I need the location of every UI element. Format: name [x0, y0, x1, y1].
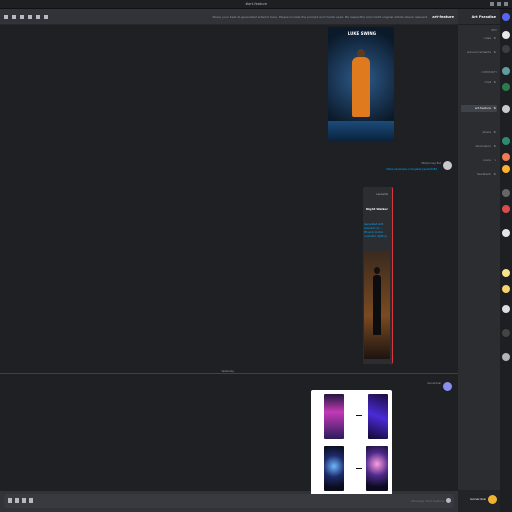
message-author[interactable]: leonardoai — [427, 382, 441, 385]
server-icon[interactable] — [502, 137, 510, 145]
channel-topic[interactable]: Share your best AI-generated artwork her… — [48, 9, 428, 25]
header-toolbar — [4, 15, 48, 19]
attachment-panel — [368, 394, 388, 439]
server-icon[interactable] — [502, 329, 510, 337]
sidebar-item-chat[interactable]: # chat — [461, 79, 497, 86]
server-icon[interactable] — [502, 285, 510, 293]
server-icon[interactable] — [502, 189, 510, 197]
message-composer[interactable]: Message #art-feature — [4, 494, 454, 508]
category-label[interactable]: INFO — [491, 29, 497, 32]
hash-icon: # — [493, 106, 496, 110]
username: leonardoai — [470, 497, 486, 501]
server-icon[interactable] — [502, 153, 510, 161]
hash-icon: # — [493, 80, 496, 84]
window-controls — [490, 2, 508, 6]
chat-main: art-feature Share your best AI-generated… — [0, 9, 458, 512]
server-icon[interactable] — [502, 165, 510, 173]
sidebar-item-rules[interactable]: # rules — [461, 35, 497, 42]
server-icon[interactable] — [502, 31, 510, 39]
title-bar: #art-feature — [0, 0, 512, 9]
message-author[interactable]: Midjourney Bot — [421, 162, 441, 165]
sticker-icon[interactable] — [15, 498, 19, 503]
sidebar-item-share[interactable]: # share — [461, 129, 497, 136]
message-link[interactable]: https://example.com/gallery/post/2483 — [386, 168, 437, 171]
server-icon[interactable] — [502, 67, 510, 75]
server-icon[interactable] — [502, 353, 510, 361]
bell-icon[interactable] — [36, 15, 40, 19]
add-attachment-icon[interactable] — [446, 498, 451, 503]
hash-icon: # — [493, 172, 496, 176]
arrow-icon — [356, 415, 362, 416]
arrow-icon — [356, 468, 362, 469]
avatar[interactable] — [443, 161, 452, 170]
server-header[interactable]: Art Paradise — [458, 9, 500, 25]
hash-icon: # — [493, 36, 496, 40]
gif-icon[interactable] — [22, 498, 26, 503]
server-rail — [500, 9, 512, 512]
sidebar-item-discussion[interactable]: # discussion — [461, 143, 497, 150]
embed-image[interactable] — [364, 251, 390, 359]
image-caption: LUKE SWING — [347, 31, 376, 36]
server-icon[interactable] — [502, 83, 510, 91]
window-title: #art-feature — [245, 2, 267, 6]
composer-toolbar — [8, 498, 33, 503]
close-icon[interactable] — [504, 2, 508, 6]
gift-icon[interactable] — [29, 498, 33, 503]
embed-site[interactable]: Leonardo — [376, 193, 388, 196]
hash-icon: # — [493, 130, 496, 134]
attachment-panel — [324, 394, 344, 439]
channel-header: art-feature Share your best AI-generated… — [0, 9, 458, 25]
avatar[interactable] — [443, 382, 452, 391]
server-icon[interactable] — [502, 45, 510, 53]
sidebar-item-feedback[interactable]: # feedback — [461, 171, 497, 178]
home-dm-icon[interactable] — [502, 13, 510, 21]
embed-description: Generated with Leonardo AI — Phoenix mod… — [364, 223, 387, 238]
message-image[interactable]: LUKE SWING — [328, 27, 394, 141]
message-list[interactable]: LUKE SWING Midjourney Bot https://exampl… — [0, 25, 458, 502]
link-embed: Leonardo Night Walker Generated with Leo… — [363, 187, 393, 364]
avatar[interactable] — [488, 495, 497, 504]
pin-icon[interactable] — [28, 15, 32, 19]
attachment-panel — [366, 446, 388, 491]
server-icon[interactable] — [502, 305, 510, 313]
date-divider-label: Yesterday — [219, 370, 236, 373]
date-divider: Yesterday — [0, 370, 458, 374]
server-icon[interactable] — [502, 229, 510, 237]
members-icon[interactable] — [20, 15, 24, 19]
channel-title: art-feature — [432, 15, 454, 19]
hash-icon: # — [493, 144, 496, 148]
category-label[interactable]: COMMUNITY — [481, 71, 497, 74]
sidebar-item-art-feature[interactable]: # art-feature — [461, 105, 497, 112]
minimize-icon[interactable] — [490, 2, 494, 6]
embed-title[interactable]: Night Walker — [366, 207, 388, 211]
attachment-panel — [324, 446, 344, 491]
speaker-icon: ♪ — [494, 158, 496, 162]
discord-app-window: #art-feature Art Paradise INFO # rules # a… — [0, 0, 512, 512]
server-icon[interactable] — [502, 269, 510, 277]
sidebar-item-voice[interactable]: ♪ voice — [461, 157, 497, 164]
server-icon[interactable] — [502, 105, 510, 113]
sidebar-item-announcements[interactable]: # announcements — [461, 49, 497, 56]
search-icon[interactable] — [12, 15, 16, 19]
maximize-icon[interactable] — [497, 2, 501, 6]
emoji-icon[interactable] — [8, 498, 12, 503]
user-panel: leonardoai — [458, 490, 500, 512]
channel-sidebar: Art Paradise INFO # rules # announcements … — [458, 9, 500, 512]
threads-icon[interactable] — [44, 15, 48, 19]
composer-placeholder: Message #art-feature — [411, 499, 444, 503]
image-attachment[interactable] — [311, 390, 392, 502]
hash-icon: # — [493, 50, 496, 54]
server-icon[interactable] — [502, 205, 510, 213]
inbox-icon[interactable] — [4, 15, 8, 19]
